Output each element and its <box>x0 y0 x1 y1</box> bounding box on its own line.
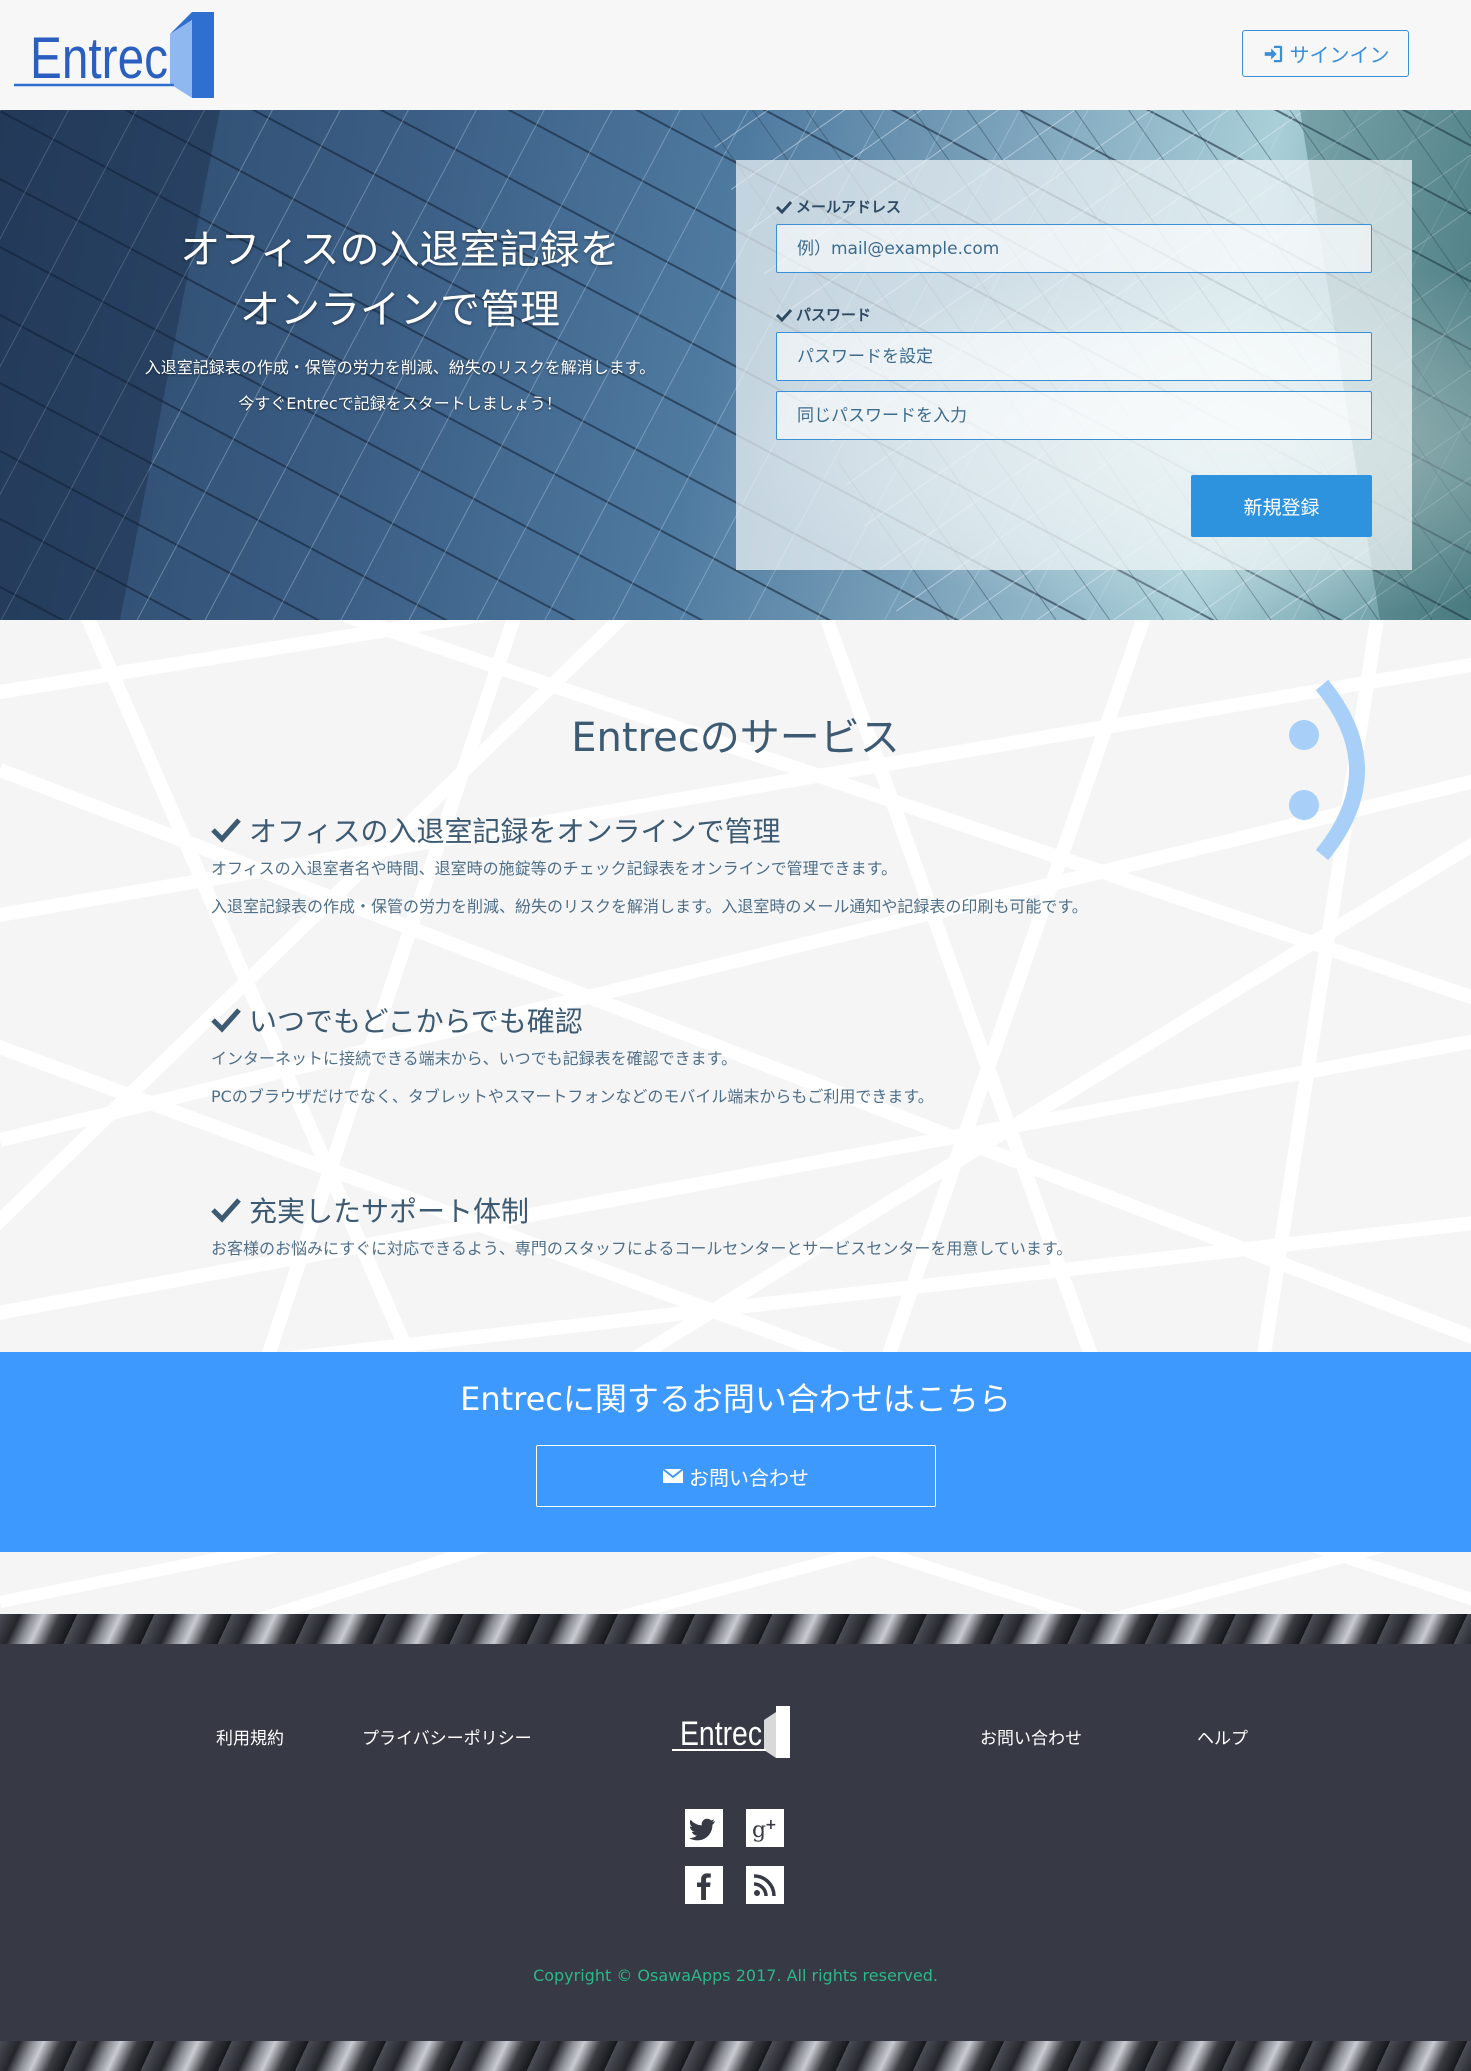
feature-heading-text: 充実したサポート体制 <box>249 1195 530 1228</box>
lines-background-pattern <box>0 1552 1471 1614</box>
footer-bottom-texture <box>0 2041 1471 2071</box>
email-label: メールアドレス <box>776 196 901 217</box>
register-button[interactable]: 新規登録 <box>1191 475 1372 537</box>
feature-heading: オフィスの入退室記録をオンラインで管理 <box>211 810 1311 850</box>
feature-heading: 充実したサポート体制 <box>211 1190 1311 1230</box>
feature-anywhere-access: いつでもどこからでも確認 インターネットに接続できる端末から、いつでも記録表を確… <box>211 1000 1311 1116</box>
twitter-bird-glyph <box>689 1818 715 1841</box>
feature-line: インターネットに接続できる端末から、いつでも記録表を確認できます。 <box>211 1049 738 1068</box>
feature-heading-text: いつでもどこからでも確認 <box>249 1005 583 1038</box>
signin-label: サインイン <box>1289 43 1390 67</box>
facebook-glyph <box>697 1873 711 1900</box>
hero-section: オフィスの入退室記録を オンラインで管理 入退室記録表の作成・保管の労力を削減、… <box>0 110 1471 620</box>
password-label-text: パスワード <box>796 306 872 324</box>
password-confirm-field[interactable] <box>776 391 1372 440</box>
feature-line: お客様のお悩みにすぐに対応できるよう、専門のスタッフによるコールセンターとサービ… <box>211 1239 1073 1258</box>
check-icon <box>211 818 241 843</box>
hero-title-line1: オフィスの入退室記録を <box>180 227 620 273</box>
password-field[interactable] <box>776 332 1372 381</box>
svg-text:Entrec: Entrec <box>30 26 168 91</box>
signup-form: メールアドレス パスワード 新規登録 <box>736 160 1412 570</box>
hero-title: オフィスの入退室記録を オンラインで管理 <box>100 220 700 340</box>
services-section: Entrecのサービス オフィスの入退室記録をオンラインで管理 オフィスの入退室… <box>0 620 1471 1352</box>
rss-icon[interactable] <box>746 1866 784 1904</box>
contact-section: Entrecに関するお問い合わせはこちら お問い合わせ <box>0 1352 1471 1552</box>
email-field[interactable] <box>776 224 1372 273</box>
facebook-icon[interactable] <box>685 1866 723 1904</box>
check-icon <box>776 308 792 322</box>
hero-subtitle-line2: 今すぐEntrecで記録をスタートしましょう！ <box>238 394 562 413</box>
check-icon <box>776 200 792 214</box>
twitter-icon[interactable] <box>685 1809 723 1847</box>
svg-text:Entrec: Entrec <box>680 1715 762 1753</box>
contact-button-label: お問い合わせ <box>689 1465 809 1490</box>
hero-title-line2: オンラインで管理 <box>240 287 560 333</box>
signin-button[interactable]: サインイン <box>1242 30 1409 77</box>
feature-heading: いつでもどこからでも確認 <box>211 1000 1311 1040</box>
feature-description: お客様のお悩みにすぐに対応できるよう、専門のスタッフによるコールセンターとサービ… <box>211 1230 1311 1268</box>
footer-top-texture <box>0 1614 1471 1644</box>
copyright-text: Copyright © OsawaApps 2017. All rights r… <box>533 1966 938 1985</box>
check-icon <box>211 1198 241 1223</box>
feature-description: インターネットに接続できる端末から、いつでも記録表を確認できます。 PCのブラウ… <box>211 1040 1311 1116</box>
footer-link-help[interactable]: ヘルプ <box>1197 1724 1248 1749</box>
check-icon <box>211 1008 241 1033</box>
sign-in-icon <box>1264 45 1282 62</box>
feature-description: オフィスの入退室者名や時間、退室時の施錠等のチェック記録表をオンラインで管理でき… <box>211 850 1311 926</box>
lines-background-strip <box>0 1552 1471 1614</box>
feature-line: PCのブラウザだけでなく、タブレットやスマートフォンなどのモバイル端末からもご利… <box>211 1087 934 1106</box>
contact-button[interactable]: お問い合わせ <box>536 1445 936 1507</box>
feature-online-management: オフィスの入退室記録をオンラインで管理 オフィスの入退室者名や時間、退室時の施錠… <box>211 810 1311 926</box>
entrec-logo[interactable]: Entrec <box>14 12 220 100</box>
google-plus-icon[interactable]: g + <box>746 1809 784 1847</box>
feature-line: オフィスの入退室者名や時間、退室時の施錠等のチェック記録表をオンラインで管理でき… <box>211 859 898 878</box>
email-label-text: メールアドレス <box>796 198 902 216</box>
feature-support: 充実したサポート体制 お客様のお悩みにすぐに対応できるよう、専門のスタッフによる… <box>211 1190 1311 1268</box>
hero-subtitle: 入退室記録表の作成・保管の労力を削減、紛失のリスクを解消します。 今すぐEntr… <box>100 350 700 422</box>
contact-title: Entrecに関するお問い合わせはこちら <box>460 1380 1011 1418</box>
svg-text:g: g <box>752 1818 766 1843</box>
password-label: パスワード <box>776 304 871 325</box>
entrec-footer-logo[interactable]: Entrec <box>672 1706 792 1758</box>
feature-line: 入退室記録表の作成・保管の労力を削減、紛失のリスクを解消します。入退室時のメール… <box>211 897 1088 916</box>
site-footer: 利用規約 プライバシーポリシー Entrec お問い合わせ ヘルプ g + Co… <box>0 1644 1471 2041</box>
footer-link-contact[interactable]: お問い合わせ <box>980 1724 1082 1749</box>
rss-glyph <box>753 1874 776 1897</box>
footer-link-terms[interactable]: 利用規約 <box>216 1724 284 1749</box>
site-header: Entrec サインイン <box>0 0 1471 110</box>
feature-heading-text: オフィスの入退室記録をオンラインで管理 <box>249 815 781 848</box>
hero-subtitle-line1: 入退室記録表の作成・保管の労力を削減、紛失のリスクを解消します。 <box>144 358 656 377</box>
envelope-icon <box>663 1468 683 1483</box>
services-title: Entrecのサービス <box>571 715 900 761</box>
svg-text:+: + <box>765 1817 777 1833</box>
footer-link-privacy[interactable]: プライバシーポリシー <box>362 1724 532 1749</box>
google-plus-glyph: g + <box>752 1817 777 1843</box>
